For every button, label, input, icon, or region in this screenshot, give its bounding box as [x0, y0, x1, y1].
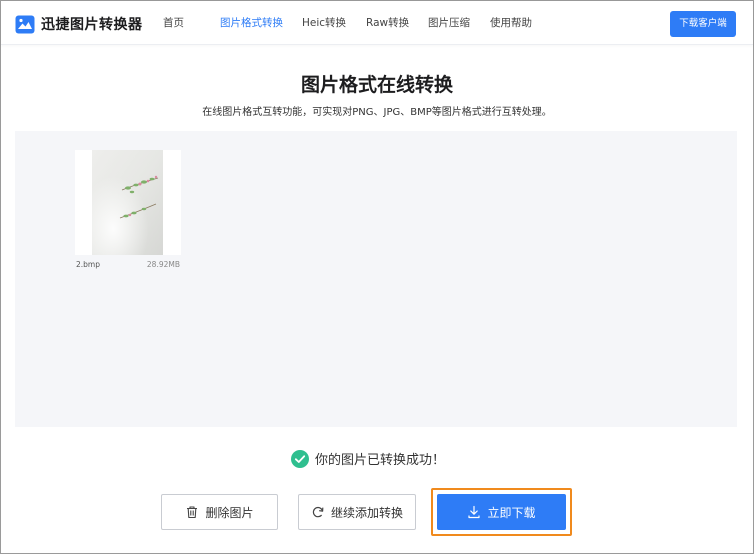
- image-thumbnail: [92, 150, 163, 255]
- image-logo-icon: [15, 15, 35, 33]
- nav-help[interactable]: 使用帮助: [490, 1, 550, 45]
- success-text: 你的图片已转换成功！: [315, 453, 446, 468]
- trash-icon: [187, 506, 198, 519]
- main-nav: 首页 图片格式转换 Heic转换 Raw转换 图片压缩 使用帮助: [163, 1, 550, 45]
- continue-add-label: 继续添加转换: [330, 505, 403, 520]
- download-client-button[interactable]: 下载客户端: [670, 11, 736, 37]
- brand-name: 迅捷图片转换器: [41, 17, 143, 33]
- download-now-label: 立即下载: [487, 505, 536, 520]
- continue-add-button[interactable]: 继续添加转换: [298, 494, 416, 530]
- file-name: 2.bmp: [76, 260, 100, 269]
- success-message: 你的图片已转换成功！: [291, 449, 445, 468]
- download-icon: [468, 505, 481, 519]
- nav-raw-convert[interactable]: Raw转换: [366, 1, 428, 45]
- file-size: 28.92MB: [146, 260, 180, 269]
- page-subtitle: 在线图片格式互转功能，可实现对PNG、JPG、BMP等图片格式进行互转处理。: [202, 107, 552, 118]
- nav-image-compress[interactable]: 图片压缩: [428, 1, 490, 45]
- refresh-icon: [312, 506, 324, 518]
- check-circle-icon: [291, 449, 309, 468]
- brand-logo[interactable]: 迅捷图片转换器: [15, 14, 143, 34]
- file-thumbnail-card[interactable]: [75, 150, 181, 255]
- top-navbar: 迅捷图片转换器 首页 图片格式转换 Heic转换 Raw转换 图片压缩 使用帮助…: [1, 1, 753, 45]
- nav-format-convert[interactable]: 图片格式转换: [220, 1, 302, 45]
- download-now-button[interactable]: 立即下载: [437, 494, 566, 530]
- delete-image-label: 删除图片: [205, 505, 254, 520]
- nav-heic-convert[interactable]: Heic转换: [302, 1, 366, 45]
- page-title: 图片格式在线转换: [300, 74, 453, 96]
- delete-image-button[interactable]: 删除图片: [161, 494, 278, 530]
- nav-home[interactable]: 首页: [163, 1, 220, 45]
